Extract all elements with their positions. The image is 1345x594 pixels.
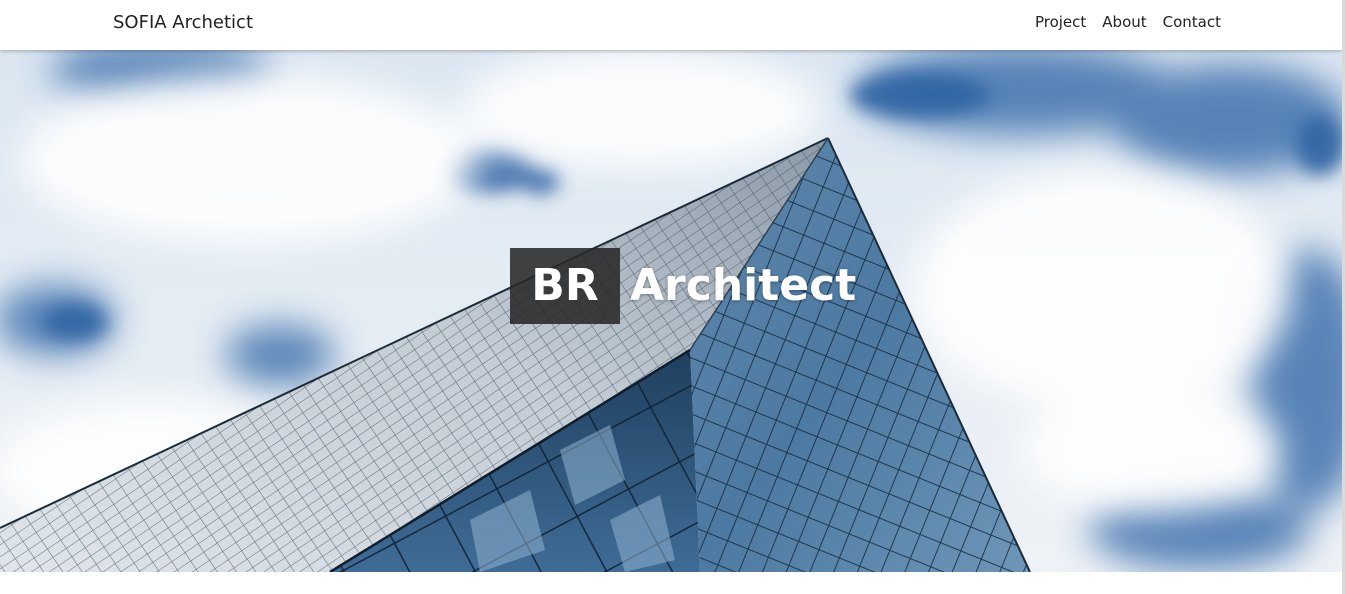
nav-links: Project About Contact <box>1035 13 1221 31</box>
brand-link[interactable]: SOFIA Archetict <box>113 12 253 33</box>
page: SOFIA Archetict Project About Contact BR… <box>0 0 1345 594</box>
nav-link-project[interactable]: Project <box>1035 13 1086 31</box>
hero-title-boxed: BR <box>510 248 620 324</box>
hero-title-rest: Architect <box>630 260 857 311</box>
nav-link-contact[interactable]: Contact <box>1163 13 1221 31</box>
hero-title: BR Architect <box>510 248 856 324</box>
nav-link-about[interactable]: About <box>1102 13 1146 31</box>
hero-section: BR Architect <box>0 50 1342 572</box>
top-navbar: SOFIA Archetict Project About Contact <box>0 0 1342 50</box>
content-start <box>0 572 1342 594</box>
